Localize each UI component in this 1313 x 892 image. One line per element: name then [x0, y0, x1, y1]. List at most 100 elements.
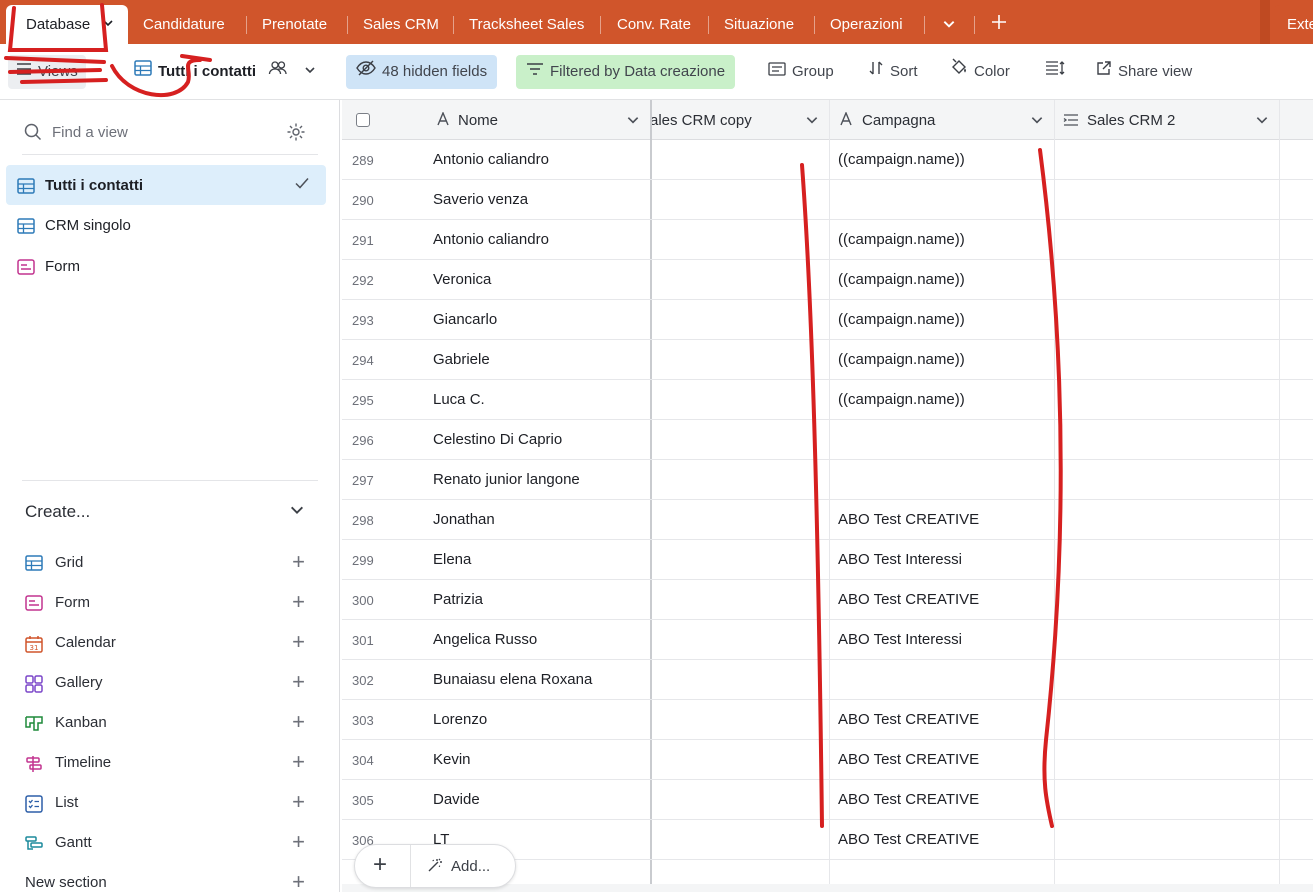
create-gantt[interactable]: Gantt + [25, 829, 315, 859]
create-list[interactable]: List + [25, 789, 315, 819]
table-row[interactable]: 300 Patrizia ABO Test CREATIVE [342, 580, 1313, 620]
plus-icon[interactable]: + [292, 669, 305, 695]
cell-nome[interactable]: Patrizia [433, 591, 483, 608]
plus-icon[interactable]: + [292, 749, 305, 775]
row-height-button[interactable] [1045, 55, 1071, 89]
plus-icon[interactable]: + [292, 789, 305, 815]
cell-campagna[interactable]: ((campaign.name)) [838, 351, 965, 368]
cell-nome[interactable]: Luca C. [433, 391, 485, 408]
tab-conv-rate[interactable]: Conv. Rate [617, 0, 691, 44]
add-field-button[interactable]: Add... [427, 857, 490, 877]
cell-nome[interactable]: Elena [433, 551, 471, 568]
table-row[interactable]: 304 Kevin ABO Test CREATIVE [342, 740, 1313, 780]
chevron-down-icon[interactable] [1030, 113, 1044, 131]
cell-nome[interactable]: Renato junior langone [433, 471, 580, 488]
cell-campagna[interactable]: ((campaign.name)) [838, 391, 965, 408]
cell-nome[interactable]: Celestino Di Caprio [433, 431, 562, 448]
create-section-title[interactable]: Create... [25, 502, 90, 522]
cell-campagna[interactable]: ((campaign.name)) [838, 311, 965, 328]
tab-tracksheet-sales[interactable]: Tracksheet Sales [469, 0, 584, 44]
cell-campagna[interactable]: ABO Test Interessi [838, 631, 962, 648]
table-row[interactable]: 302 Bunaiasu elena Roxana [342, 660, 1313, 700]
table-row[interactable]: 292 Veronica ((campaign.name)) [342, 260, 1313, 300]
table-row[interactable]: 294 Gabriele ((campaign.name)) [342, 340, 1313, 380]
color-button[interactable]: Color [950, 55, 1010, 89]
create-form[interactable]: Form + [25, 589, 315, 619]
gear-icon[interactable] [286, 122, 306, 146]
table-row[interactable]: 298 Jonathan ABO Test CREATIVE [342, 500, 1313, 540]
current-view-button[interactable]: Tutti i contatti [134, 55, 322, 89]
more-tables-chevron-icon[interactable] [942, 0, 956, 44]
tab-database[interactable]: Database [6, 5, 128, 44]
cell-campagna[interactable]: ((campaign.name)) [838, 151, 965, 168]
cell-campagna[interactable]: ABO Test Interessi [838, 551, 962, 568]
tab-sales-crm[interactable]: Sales CRM [363, 0, 439, 44]
views-toggle-button[interactable]: Views [8, 55, 86, 89]
tab-operazioni[interactable]: Operazioni [830, 0, 903, 44]
create-new-section[interactable]: New section + [25, 869, 315, 892]
chevron-down-icon[interactable] [304, 55, 316, 89]
column-header-nome[interactable]: Nome [342, 100, 652, 140]
chevron-down-icon[interactable] [805, 113, 819, 131]
plus-icon[interactable]: + [292, 709, 305, 735]
cell-nome[interactable]: Davide [433, 791, 480, 808]
plus-icon[interactable]: + [292, 629, 305, 655]
plus-icon[interactable]: + [292, 829, 305, 855]
cell-nome[interactable]: Saverio venza [433, 191, 528, 208]
cell-campagna[interactable]: ABO Test CREATIVE [838, 711, 979, 728]
find-view-search[interactable]: Find a view [22, 122, 314, 144]
column-header-sales-crm-2[interactable]: Sales CRM 2 [1055, 100, 1280, 140]
table-row[interactable]: 299 Elena ABO Test Interessi [342, 540, 1313, 580]
tab-situazione[interactable]: Situazione [724, 0, 794, 44]
sidebar-view-tutti-i-contatti[interactable]: Tutti i contatti [6, 165, 326, 205]
select-all-checkbox[interactable] [356, 113, 370, 127]
create-calendar[interactable]: 31 Calendar + [25, 629, 315, 659]
tab-candidature[interactable]: Candidature [143, 0, 225, 44]
filter-button[interactable]: Filtered by Data creazione [516, 55, 736, 89]
cell-nome[interactable]: Antonio caliandro [433, 231, 549, 248]
cell-nome[interactable]: Lorenzo [433, 711, 487, 728]
share-view-button[interactable]: Share view [1096, 55, 1192, 89]
sidebar-view-crm-singolo[interactable]: CRM singolo [6, 205, 326, 245]
group-button[interactable]: Group [768, 55, 834, 89]
column-header-campagna[interactable]: Campagna [830, 100, 1055, 140]
cell-campagna[interactable]: ABO Test CREATIVE [838, 751, 979, 768]
chevron-down-icon[interactable] [102, 5, 114, 45]
cell-nome[interactable]: Gabriele [433, 351, 490, 368]
cell-campagna[interactable]: ABO Test CREATIVE [838, 831, 979, 848]
table-row[interactable]: 296 Celestino Di Caprio [342, 420, 1313, 460]
cell-campagna[interactable]: ABO Test CREATIVE [838, 791, 979, 808]
cell-campagna[interactable]: ((campaign.name)) [838, 231, 965, 248]
cell-campagna[interactable]: ABO Test CREATIVE [838, 591, 979, 608]
plus-icon[interactable]: + [292, 869, 305, 892]
cell-nome[interactable]: Veronica [433, 271, 491, 288]
plus-icon[interactable]: + [292, 549, 305, 575]
table-row[interactable]: 291 Antonio caliandro ((campaign.name)) [342, 220, 1313, 260]
create-timeline[interactable]: Timeline + [25, 749, 315, 779]
table-row[interactable]: 289 Antonio caliandro ((campaign.name)) [342, 140, 1313, 180]
extensions-tab[interactable]: Exte [1274, 5, 1313, 44]
chevron-down-icon[interactable] [626, 113, 640, 131]
cell-campagna[interactable]: ABO Test CREATIVE [838, 511, 979, 528]
chevron-down-icon[interactable] [1255, 113, 1269, 131]
table-row[interactable]: 297 Renato junior langone [342, 460, 1313, 500]
create-grid[interactable]: Grid + [25, 549, 315, 579]
table-row[interactable]: 295 Luca C. ((campaign.name)) [342, 380, 1313, 420]
sidebar-view-form[interactable]: Form [6, 246, 326, 286]
create-kanban[interactable]: Kanban + [25, 709, 315, 739]
cell-nome[interactable]: Kevin [433, 751, 471, 768]
column-header-sales-crm-copy[interactable]: ales CRM copy [650, 100, 830, 140]
add-record-plus-icon[interactable]: + [373, 851, 387, 879]
table-row[interactable]: 301 Angelica Russo ABO Test Interessi [342, 620, 1313, 660]
plus-icon[interactable]: + [292, 589, 305, 615]
table-row[interactable]: 305 Davide ABO Test CREATIVE [342, 780, 1313, 820]
chevron-down-icon[interactable] [289, 502, 305, 522]
table-row[interactable]: 290 Saverio venza [342, 180, 1313, 220]
sort-button[interactable]: Sort [868, 55, 918, 89]
cell-nome[interactable]: Antonio caliandro [433, 151, 549, 168]
table-row[interactable]: 293 Giancarlo ((campaign.name)) [342, 300, 1313, 340]
add-table-plus-icon[interactable] [990, 0, 1008, 44]
cell-nome[interactable]: Giancarlo [433, 311, 497, 328]
cell-nome[interactable]: Bunaiasu elena Roxana [433, 671, 592, 688]
cell-campagna[interactable]: ((campaign.name)) [838, 271, 965, 288]
